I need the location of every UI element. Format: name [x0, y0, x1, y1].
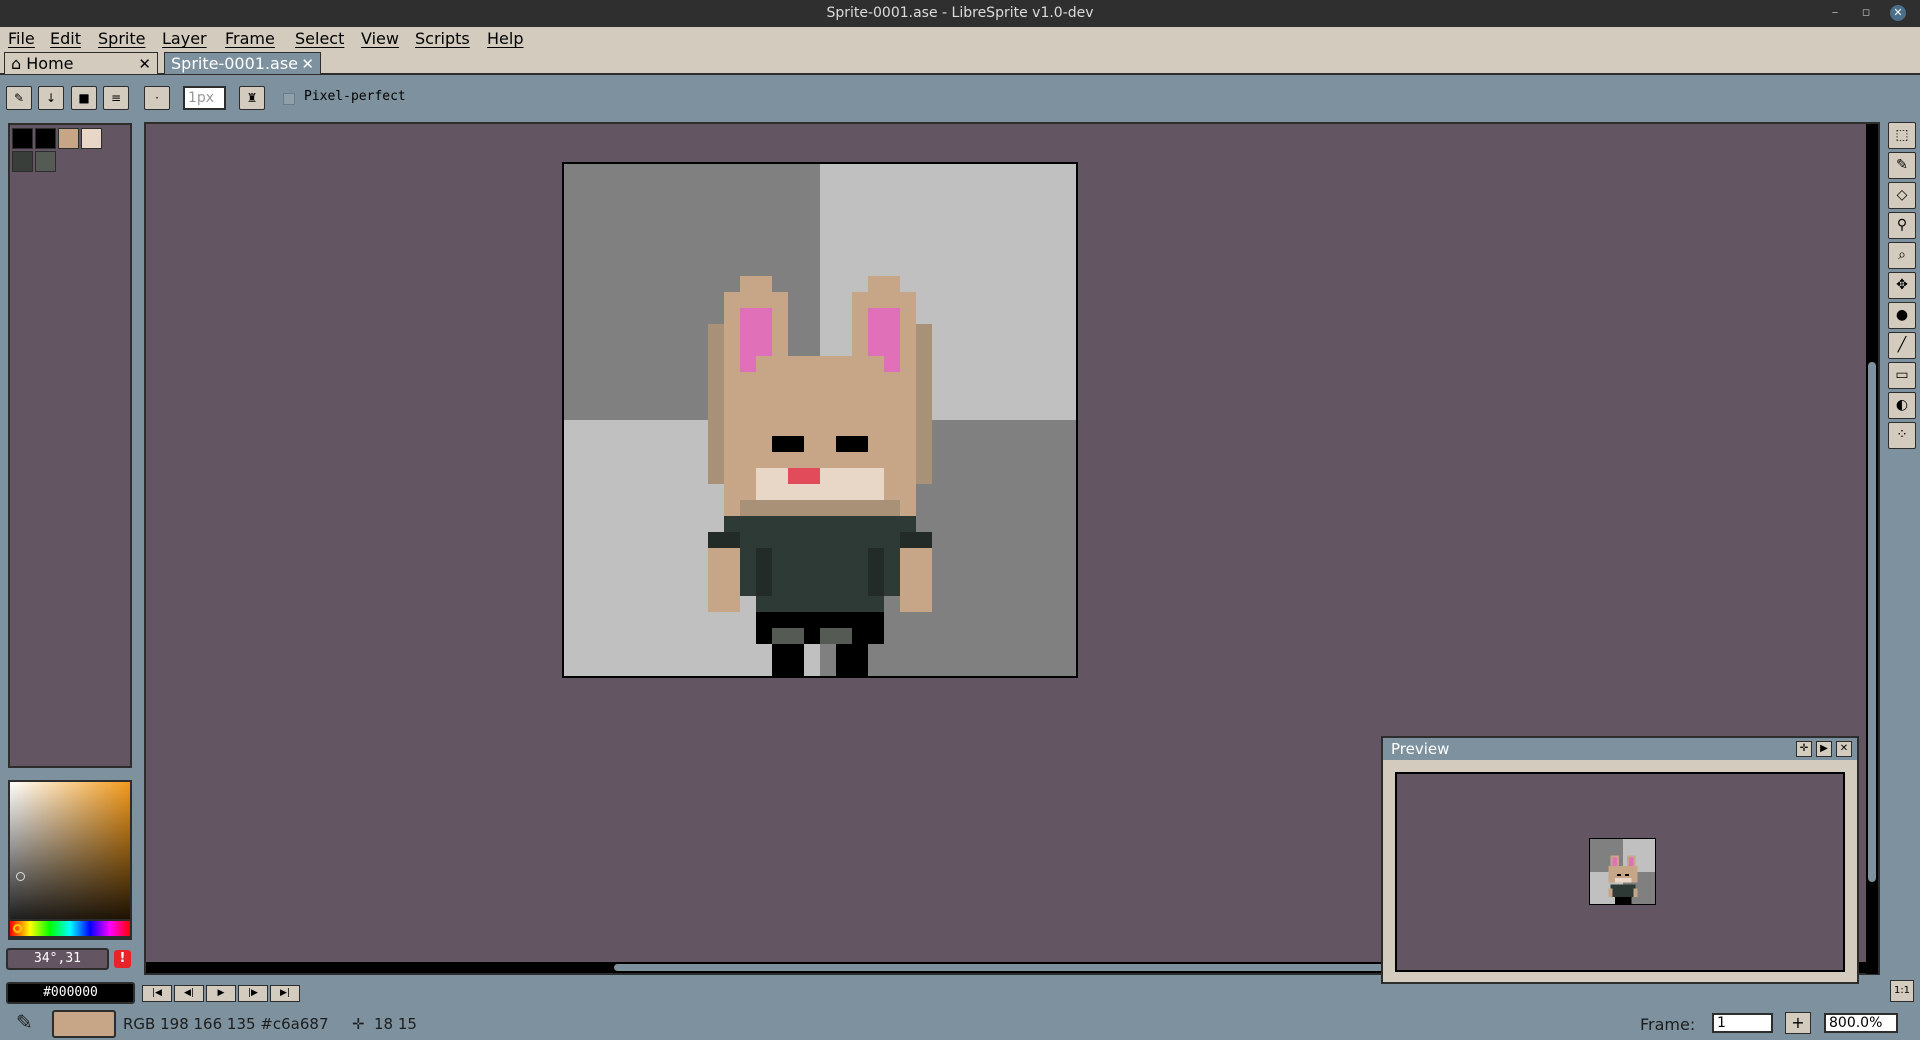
- previous-frame-icon[interactable]: ◀|: [174, 985, 204, 1002]
- window-titlebar: Sprite-0001.ase - LibreSprite v1.0-dev –…: [0, 0, 1920, 27]
- close-window-button[interactable]: ✕: [1890, 5, 1906, 21]
- close-tab-icon[interactable]: ✕: [301, 53, 314, 75]
- zoom-one-to-one-button[interactable]: 1:1: [1890, 980, 1914, 1002]
- brush-square-icon[interactable]: ■: [71, 86, 97, 110]
- horizontal-scroll-thumb[interactable]: [614, 964, 1414, 971]
- bunny-sprite: [564, 164, 1076, 676]
- menu-select[interactable]: Select: [293, 27, 346, 51]
- pixel-perfect-checkbox[interactable]: [283, 93, 295, 105]
- minimize-button[interactable]: –: [1825, 3, 1845, 23]
- hue-cursor: [13, 924, 22, 933]
- palette-swatch[interactable]: [81, 128, 102, 149]
- menu-layer[interactable]: Layer: [160, 27, 209, 51]
- close-tab-icon[interactable]: ✕: [138, 53, 151, 75]
- ink-bottle-icon[interactable]: ♜: [239, 86, 265, 110]
- eyedropper-tool-icon[interactable]: ⚲: [1888, 212, 1916, 239]
- sprite-canvas[interactable]: [562, 162, 1078, 678]
- menu-scripts[interactable]: Scripts: [413, 27, 472, 51]
- move-tool-icon[interactable]: ✥: [1888, 272, 1916, 299]
- menu-help[interactable]: Help: [485, 27, 525, 51]
- blur-tool-icon[interactable]: ◐: [1888, 392, 1916, 419]
- preview-title: Preview: [1391, 740, 1450, 758]
- bucket-tool-icon[interactable]: ●: [1888, 302, 1916, 329]
- palette-swatch[interactable]: [12, 151, 33, 172]
- spray-tool-icon[interactable]: ⁘: [1888, 422, 1916, 449]
- context-toolbar: ✎ ↓ ■ ≡ · 1px ♜ Pixel-perfect: [0, 78, 1920, 122]
- palette-swatch[interactable]: [12, 128, 33, 149]
- tab-home[interactable]: ⌂ Home ✕: [4, 52, 158, 74]
- frame-label: Frame:: [1640, 1015, 1696, 1034]
- menu-frame[interactable]: Frame: [223, 27, 277, 51]
- status-bar: ✎ RGB 198 166 135 #c6a687 ✛ 18 15 Frame:: [0, 1008, 1920, 1040]
- window-title: Sprite-0001.ase - LibreSprite v1.0-dev: [826, 5, 1094, 21]
- foreground-color-swatch[interactable]: [52, 1010, 116, 1038]
- first-frame-icon[interactable]: |◀: [142, 985, 172, 1002]
- eraser-tool-icon[interactable]: ◇: [1888, 182, 1916, 209]
- menu-edit[interactable]: Edit: [48, 27, 83, 51]
- vertical-scroll-thumb[interactable]: [1868, 362, 1876, 882]
- document-tabs: ⌂ Home ✕ Sprite-0001.ase ✕: [0, 51, 1920, 75]
- frame-input[interactable]: 1: [1712, 1013, 1773, 1033]
- menu-view[interactable]: View: [359, 27, 401, 51]
- cursor-position: 18 15: [374, 1015, 417, 1033]
- tab-sprite[interactable]: Sprite-0001.ase ✕: [164, 52, 321, 74]
- color-info: RGB 198 166 135 #c6a687: [123, 1015, 329, 1033]
- zoom-input[interactable]: 800.0%: [1824, 1013, 1898, 1033]
- hsv-field[interactable]: 34°,31: [6, 948, 109, 970]
- zoom-tool-icon[interactable]: ⌕: [1888, 242, 1916, 269]
- tab-home-label: Home: [26, 54, 74, 73]
- preview-center-icon[interactable]: ✛: [1796, 741, 1812, 757]
- palette-swatch[interactable]: [35, 128, 56, 149]
- line-tool-icon[interactable]: ╱: [1888, 332, 1916, 359]
- pencil-tool-icon[interactable]: ✎: [1888, 152, 1916, 179]
- preview-close-icon[interactable]: ✕: [1836, 741, 1852, 757]
- hue-slider[interactable]: [8, 919, 132, 938]
- next-frame-icon[interactable]: |▶: [238, 985, 268, 1002]
- last-frame-icon[interactable]: ▶|: [270, 985, 300, 1002]
- menu-file[interactable]: File: [6, 27, 37, 51]
- pixel-perfect-label: Pixel-perfect: [304, 89, 406, 104]
- animation-controls: |◀ ◀| ▶ |▶ ▶|: [0, 982, 1920, 1006]
- brush-size-input[interactable]: 1px: [183, 86, 226, 110]
- preview-canvas[interactable]: [1395, 772, 1845, 972]
- preview-window[interactable]: Preview ✛ ▶ ✕: [1381, 736, 1859, 984]
- brush-dot-icon[interactable]: ·: [144, 86, 170, 110]
- eyedropper-icon: ✎: [16, 1010, 33, 1034]
- home-icon: ⌂: [11, 54, 22, 73]
- tab-sprite-label: Sprite-0001.ase: [171, 54, 299, 73]
- color-cursor: [16, 872, 25, 881]
- saturation-value-picker[interactable]: [8, 780, 132, 940]
- rectangle-tool-icon[interactable]: ▭: [1888, 362, 1916, 389]
- menu-lines-icon[interactable]: ≡: [103, 86, 129, 110]
- palette-swatch[interactable]: [58, 128, 79, 149]
- new-frame-button[interactable]: +: [1785, 1012, 1811, 1034]
- palette-swatch[interactable]: [35, 151, 56, 172]
- menu-sprite[interactable]: Sprite: [96, 27, 147, 51]
- preview-sprite-thumbnail: [1589, 838, 1656, 905]
- play-icon[interactable]: ▶: [206, 985, 236, 1002]
- ink-down-icon[interactable]: ↓: [38, 86, 64, 110]
- menu-bar: File Edit Sprite Layer Frame Select View…: [0, 27, 1920, 51]
- maximize-button[interactable]: ▫: [1856, 3, 1876, 23]
- crosshair-icon: ✛: [352, 1015, 365, 1033]
- warning-badge[interactable]: !: [114, 950, 131, 968]
- preview-titlebar[interactable]: Preview: [1383, 738, 1857, 760]
- marquee-tool-icon[interactable]: ⬚: [1888, 122, 1916, 149]
- palette-panel: [8, 123, 132, 768]
- preview-play-icon[interactable]: ▶: [1816, 741, 1832, 757]
- tools-column: ⬚ ✎ ◇ ⚲ ⌕ ✥ ● ╱ ▭ ◐ ⁘: [1888, 122, 1916, 454]
- brush-pencil-icon[interactable]: ✎: [6, 86, 32, 110]
